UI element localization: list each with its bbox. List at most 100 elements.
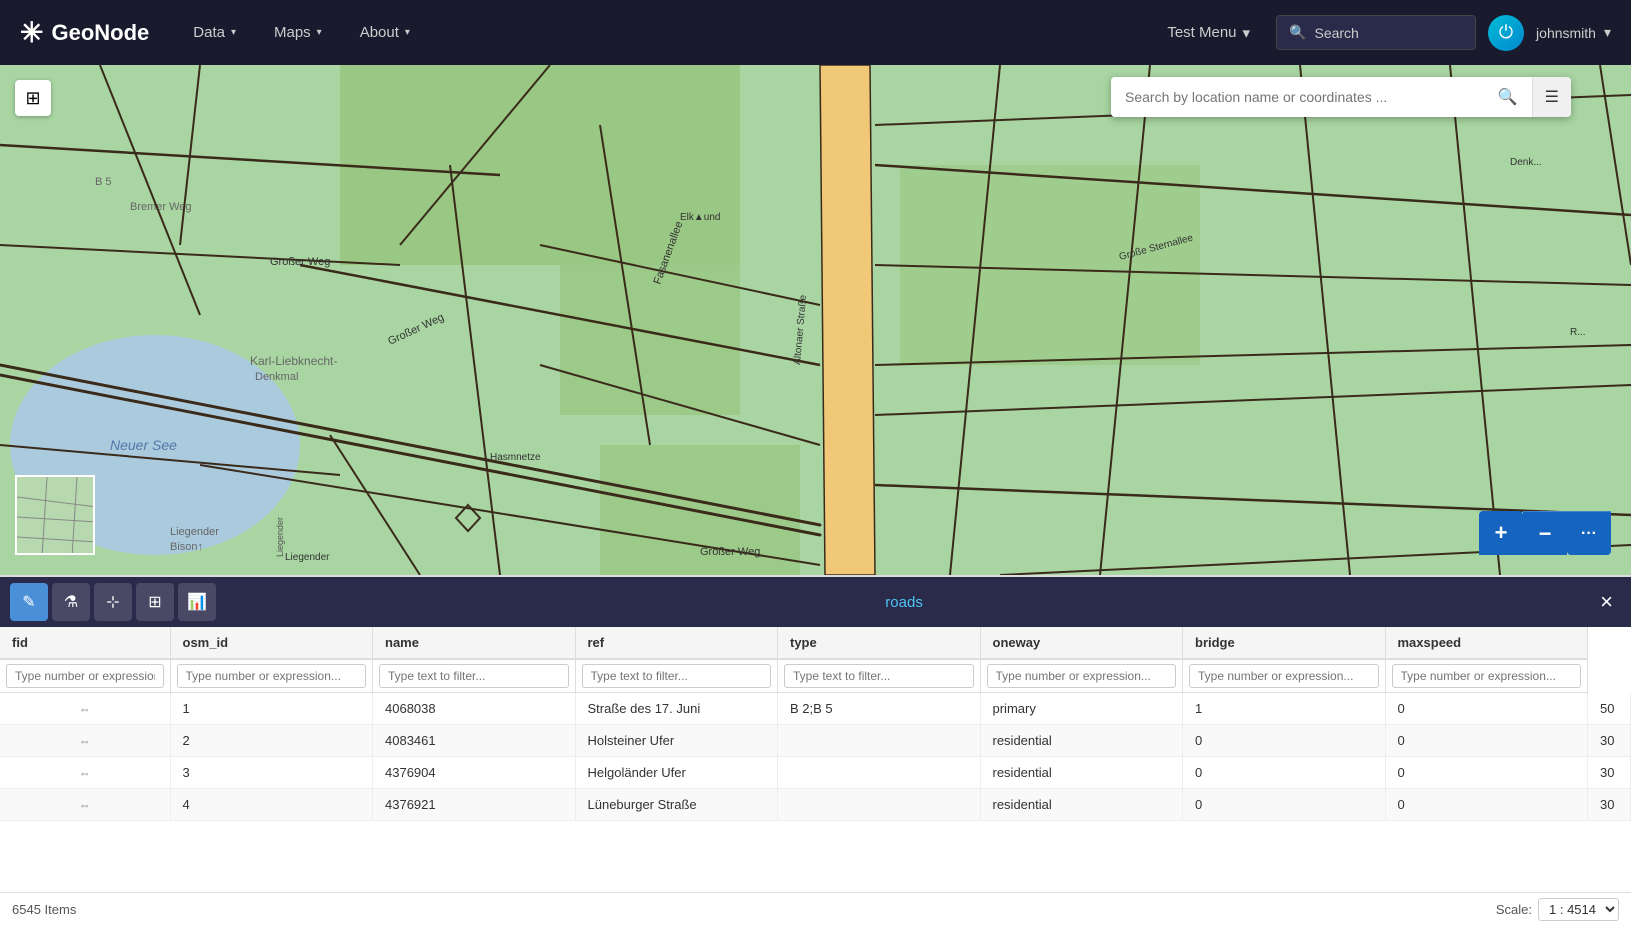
cell-maxspeed: 30 [1588, 725, 1631, 757]
col-header-name[interactable]: name [373, 627, 576, 659]
cell-maxspeed: 30 [1588, 757, 1631, 789]
nav-about[interactable]: About ▾ [346, 16, 424, 49]
cell-ref: B 2;B 5 [778, 693, 981, 725]
attribute-table-wrapper[interactable]: fid osm_id name ref type oneway bridge m… [0, 627, 1631, 892]
zoom-out-button[interactable]: − [1523, 511, 1567, 555]
row-icon-cell: ⇔ [0, 725, 170, 757]
map-minimap[interactable] [15, 475, 95, 555]
cell-bridge: 0 [1385, 693, 1588, 725]
cell-ref [778, 789, 981, 821]
cell-oneway: 0 [1183, 725, 1386, 757]
cell-osm_id: 4068038 [373, 693, 576, 725]
scale-display: Scale: 1 : 4514 [1496, 898, 1619, 921]
table-body: ⇔14068038Straße des 17. JuniB 2;B 5prima… [0, 693, 1631, 821]
filter-bridge-input[interactable] [1189, 664, 1379, 688]
cell-bridge: 0 [1385, 725, 1588, 757]
cell-name: Straße des 17. Juni [575, 693, 778, 725]
user-menu[interactable]: johnsmith ▾ [1536, 24, 1611, 41]
test-menu-button[interactable]: Test Menu ▾ [1153, 16, 1264, 50]
maps-chevron-icon: ▾ [317, 27, 322, 38]
location-search-input[interactable] [1111, 77, 1484, 117]
filter-oneway-input[interactable] [987, 664, 1177, 688]
filter-name-input[interactable] [379, 664, 569, 688]
svg-text:R...: R... [1570, 327, 1586, 338]
location-search-menu-button[interactable]: ☰ [1532, 77, 1571, 117]
scale-select[interactable]: 1 : 4514 [1538, 898, 1619, 921]
cell-maxspeed: 50 [1588, 693, 1631, 725]
svg-text:Hasmnetze: Hasmnetze [490, 452, 541, 463]
brand-logo[interactable]: ✳ GeoNode [20, 16, 149, 49]
col-header-oneway[interactable]: oneway [980, 627, 1183, 659]
col-header-fid[interactable]: fid [0, 627, 170, 659]
layer-title: roads [220, 594, 1588, 611]
table-row: ⇔14068038Straße des 17. JuniB 2;B 5prima… [0, 693, 1631, 725]
col-header-ref[interactable]: ref [575, 627, 778, 659]
navbar: ✳ GeoNode Data ▾ Maps ▾ About ▾ Test Men… [0, 0, 1631, 65]
filter-maxspeed-input[interactable] [1392, 664, 1582, 688]
cell-fid: 3 [170, 757, 373, 789]
cell-osm_id: 4376921 [373, 789, 576, 821]
col-header-maxspeed[interactable]: maxspeed [1385, 627, 1588, 659]
nav-search-bar[interactable]: 🔍 Search [1276, 15, 1476, 50]
chart-tool-button[interactable]: 📊 [178, 583, 216, 621]
nav-data[interactable]: Data ▾ [179, 16, 250, 49]
filter-fid-input[interactable] [6, 664, 164, 688]
table-row: ⇔44376921Lüneburger Straßeresidential003… [0, 789, 1631, 821]
filter-type-input[interactable] [784, 664, 974, 688]
svg-text:Bremer Weg: Bremer Weg [130, 201, 192, 213]
svg-text:Großer Weg: Großer Weg [700, 546, 760, 558]
cell-name: Helgoländer Ufer [575, 757, 778, 789]
row-select-icon[interactable]: ⇔ [79, 734, 91, 748]
svg-text:Liegender: Liegender [275, 517, 285, 557]
select-tool-button[interactable]: ⊹ [94, 583, 132, 621]
row-select-icon[interactable]: ⇔ [79, 798, 91, 812]
user-chevron-icon: ▾ [1604, 24, 1611, 41]
cell-name: Lüneburger Straße [575, 789, 778, 821]
filter-fid[interactable] [0, 659, 170, 693]
col-header-bridge[interactable]: bridge [1183, 627, 1386, 659]
cell-type: primary [980, 693, 1183, 725]
svg-text:B 5: B 5 [95, 176, 112, 188]
close-table-button[interactable]: × [1592, 585, 1621, 619]
svg-text:Denkmal: Denkmal [255, 371, 298, 383]
table-row: ⇔34376904Helgoländer Uferresidential0030 [0, 757, 1631, 789]
filter-tool-button[interactable]: ⚗ [52, 583, 90, 621]
svg-text:Karl-Liebknecht-: Karl-Liebknecht- [250, 354, 337, 368]
filter-ref[interactable] [575, 659, 778, 693]
filter-oneway[interactable] [980, 659, 1183, 693]
table-header-row: fid osm_id name ref type oneway bridge m… [0, 627, 1631, 659]
cell-ref [778, 757, 981, 789]
filter-bridge[interactable] [1183, 659, 1386, 693]
nav-maps[interactable]: Maps ▾ [260, 16, 336, 49]
col-header-osm_id[interactable]: osm_id [170, 627, 373, 659]
cell-maxspeed: 30 [1588, 789, 1631, 821]
col-header-type[interactable]: type [778, 627, 981, 659]
cell-osm_id: 4376904 [373, 757, 576, 789]
filter-name[interactable] [373, 659, 576, 693]
user-icon[interactable]: ⏻ [1488, 15, 1524, 51]
row-select-icon[interactable]: ⇔ [79, 702, 91, 716]
filter-osm_id[interactable] [170, 659, 373, 693]
draw-tool-button[interactable]: ✎ [10, 583, 48, 621]
svg-text:Bison↑: Bison↑ [170, 541, 203, 553]
svg-text:Liegender: Liegender [285, 552, 330, 563]
row-select-icon[interactable]: ⇔ [79, 766, 91, 780]
zoom-controls: + − ··· [1479, 511, 1611, 555]
filter-ref-input[interactable] [582, 664, 772, 688]
zoom-options-button[interactable]: ··· [1567, 511, 1611, 555]
about-chevron-icon: ▾ [405, 27, 410, 38]
attribute-table-toolbar: ✎ ⚗ ⊹ ⊞ 📊 roads × [0, 577, 1631, 627]
zoom-in-button[interactable]: + [1479, 511, 1523, 555]
map-layers-button[interactable]: ⊞ [15, 80, 51, 116]
cell-oneway: 0 [1183, 757, 1386, 789]
location-search-button[interactable]: 🔍 [1484, 77, 1532, 117]
svg-text:Neuer See: Neuer See [110, 437, 177, 453]
cell-fid: 2 [170, 725, 373, 757]
data-chevron-icon: ▾ [231, 27, 236, 38]
filter-osm_id-input[interactable] [177, 664, 367, 688]
cell-bridge: 0 [1385, 757, 1588, 789]
filter-type[interactable] [778, 659, 981, 693]
filter-maxspeed[interactable] [1385, 659, 1588, 693]
calculate-tool-button[interactable]: ⊞ [136, 583, 174, 621]
svg-text:Großer Weg: Großer Weg [270, 256, 330, 268]
